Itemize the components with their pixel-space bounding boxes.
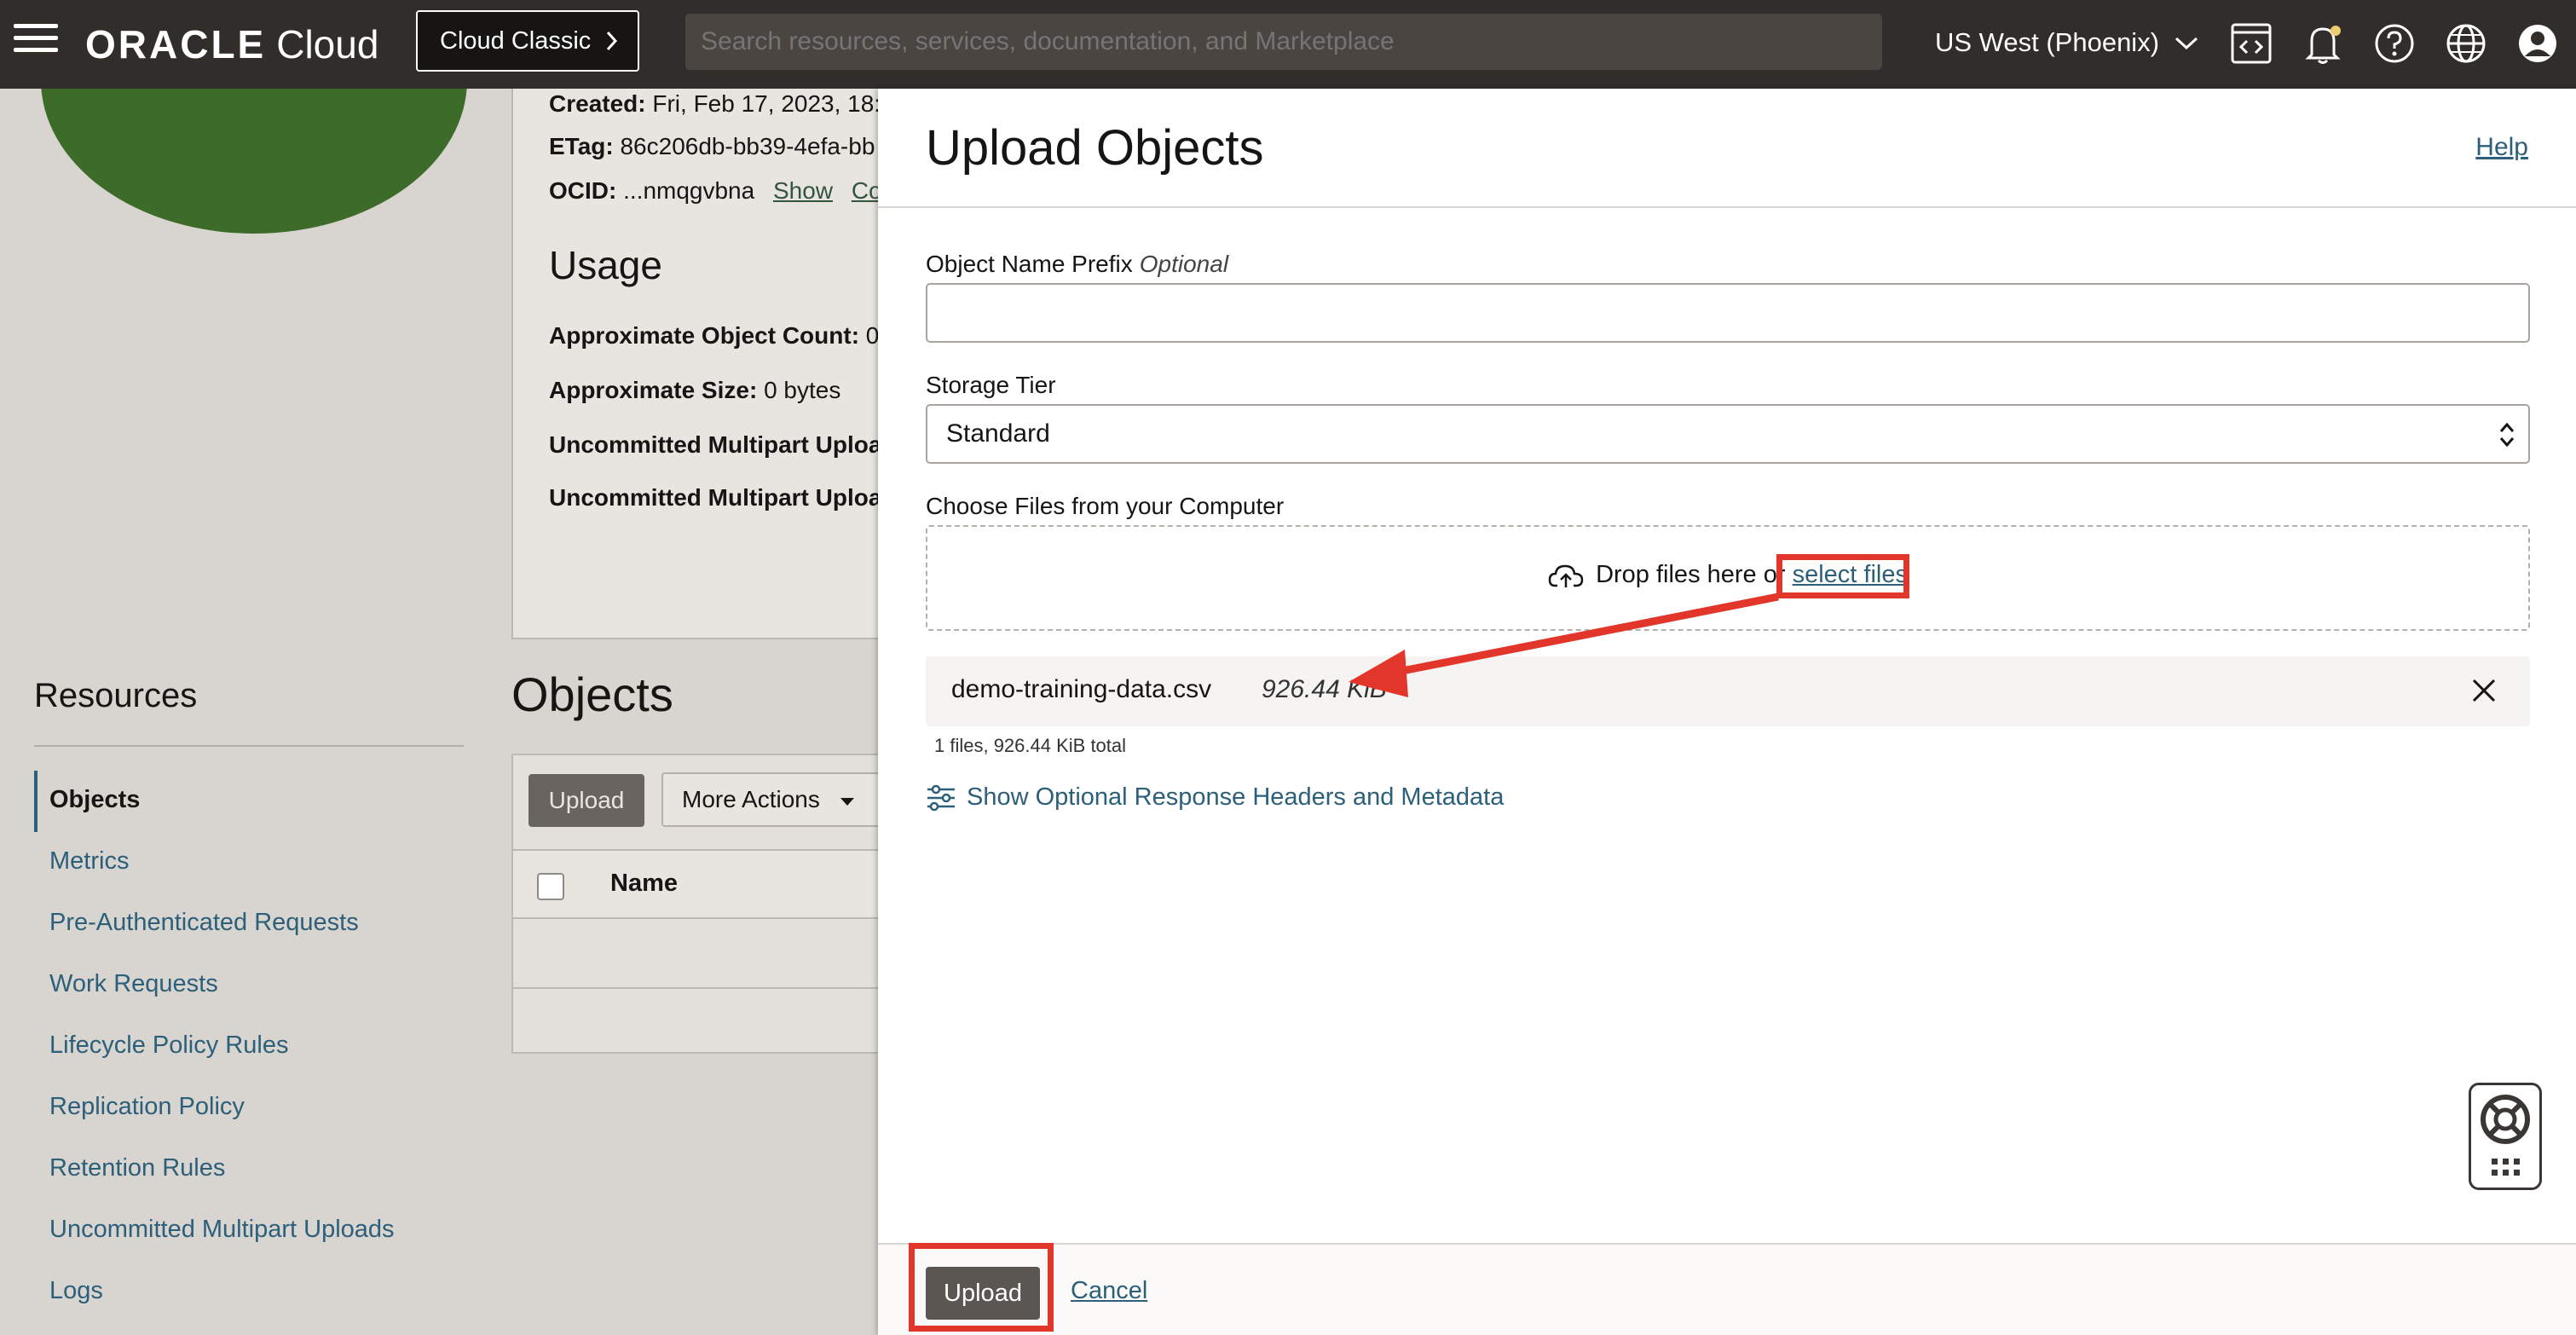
- upload-objects-panel: Upload Objects Help Object Name Prefix Op…: [878, 89, 2576, 1335]
- approx-count-label: Approximate Object Count:: [549, 322, 860, 349]
- file-size: 926.44 KiB: [1262, 675, 1387, 703]
- etag-label: ETag:: [549, 133, 614, 159]
- cancel-link[interactable]: Cancel: [1071, 1277, 1147, 1305]
- annotation-upload-button-box: [909, 1243, 1054, 1332]
- ocid-label: OCID:: [549, 177, 617, 204]
- ocid-value: ...nmqgvbna: [623, 177, 755, 204]
- created-label: Created:: [549, 90, 646, 117]
- objects-table-header: Name: [513, 849, 878, 919]
- bucket-info-card: Created: Fri, Feb 17, 2023, 18: ETag: 86…: [511, 89, 878, 639]
- menu-icon[interactable]: [14, 24, 58, 58]
- table-row-divider: [513, 987, 878, 989]
- objects-table-card: Upload More Actions Name: [511, 754, 878, 1054]
- drop-files-text: Drop files here or: [1596, 561, 1786, 588]
- uncommitted-row-1: Uncommitted Multipart Uploa: [549, 431, 878, 459]
- panel-header: Upload Objects Help: [878, 89, 2576, 208]
- resource-item-uncommitted-multipart-uploads[interactable]: Uncommitted Multipart Uploads: [49, 1216, 395, 1244]
- files-total-summary: 1 files, 926.44 KiB total: [934, 735, 1127, 756]
- panel-title: Upload Objects: [926, 120, 1264, 176]
- support-widget[interactable]: [2469, 1083, 2542, 1190]
- approx-size-label: Approximate Size:: [549, 377, 758, 403]
- prefix-label-text: Object Name Prefix: [926, 251, 1133, 277]
- name-column-header[interactable]: Name: [610, 870, 678, 898]
- cloud-classic-label: Cloud Classic: [440, 27, 592, 55]
- code-editor-icon[interactable]: [2228, 20, 2274, 66]
- selected-file-row: demo-training-data.csv 926.44 KiB: [926, 656, 2530, 726]
- drop-zone-text: Drop files here or select files: [927, 561, 2528, 589]
- select-all-checkbox[interactable]: [537, 873, 564, 900]
- global-search-input[interactable]: [685, 14, 1882, 70]
- active-indicator: [34, 771, 38, 832]
- cloud-upload-icon: [1548, 565, 1584, 588]
- logo-brand: ORACLE: [85, 22, 267, 66]
- usage-title: Usage: [549, 243, 662, 287]
- more-actions-label: More Actions: [682, 786, 820, 812]
- etag-value: 86c206db-bb39-4efa-bb: [620, 133, 875, 159]
- storage-tier-value: Standard: [946, 419, 1050, 448]
- bucket-avatar: [41, 89, 467, 234]
- top-navigation-bar: ORACLECloud Cloud Classic US West (Phoen…: [0, 0, 2576, 89]
- chevron-right-icon: [605, 12, 619, 91]
- approx-size-value: 0 bytes: [764, 377, 841, 403]
- resource-item-logs[interactable]: Logs: [49, 1277, 103, 1305]
- sliders-icon: [927, 785, 955, 812]
- resource-item-lifecycle-policy-rules[interactable]: Lifecycle Policy Rules: [49, 1032, 288, 1060]
- objects-upload-button[interactable]: Upload: [528, 774, 644, 827]
- bucket-details-page: Created: Fri, Feb 17, 2023, 18: ETag: 86…: [0, 89, 878, 1335]
- resources-divider: [34, 745, 464, 747]
- logo-product: Cloud: [276, 22, 379, 66]
- optional-headers-label: Show Optional Response Headers and Metad…: [967, 783, 1505, 811]
- bell-icon[interactable]: [2300, 20, 2346, 66]
- storage-tier-label: Storage Tier: [926, 372, 1056, 398]
- approx-count-value: 0: [865, 322, 878, 349]
- user-profile-icon[interactable]: [2515, 20, 2561, 66]
- approx-size-row: Approximate Size: 0 bytes: [549, 377, 840, 404]
- resource-item-pre-authenticated-requests[interactable]: Pre-Authenticated Requests: [49, 909, 359, 937]
- cloud-classic-button[interactable]: Cloud Classic: [416, 10, 639, 72]
- annotation-select-files-box: [1776, 554, 1909, 598]
- uncommitted-row-2: Uncommitted Multipart Uploa: [549, 484, 878, 511]
- help-circle-icon[interactable]: [2371, 20, 2417, 66]
- panel-footer: Upload Cancel: [878, 1243, 2576, 1335]
- region-label: US West (Phoenix): [1935, 27, 2160, 57]
- select-arrows-icon: [2499, 422, 2515, 448]
- ocid-show-link[interactable]: Show: [773, 177, 833, 204]
- objects-title: Objects: [511, 668, 673, 721]
- more-actions-button[interactable]: More Actions: [661, 772, 878, 827]
- approx-count-row: Approximate Object Count: 0: [549, 322, 878, 350]
- ocid-row: OCID: ...nmqgvbna Show Co: [549, 177, 878, 205]
- file-name: demo-training-data.csv: [951, 675, 1212, 703]
- file-drop-zone[interactable]: Drop files here or select files: [926, 525, 2530, 631]
- help-link[interactable]: Help: [2475, 133, 2528, 162]
- resource-item-replication-policy[interactable]: Replication Policy: [49, 1093, 245, 1121]
- uncommitted-label-1: Uncommitted Multipart Uploa: [549, 431, 878, 458]
- uncommitted-label-2: Uncommitted Multipart Uploa: [549, 484, 878, 511]
- object-name-prefix-input[interactable]: [926, 283, 2530, 343]
- chevron-down-icon: [2175, 37, 2198, 50]
- show-optional-headers-link[interactable]: Show Optional Response Headers and Metad…: [926, 776, 1504, 818]
- caret-down-icon: [840, 798, 854, 806]
- oracle-cloud-logo[interactable]: ORACLE Cloud: [85, 17, 378, 72]
- storage-tier-select[interactable]: Standard: [926, 404, 2530, 464]
- ocid-copy-link[interactable]: Co: [852, 177, 878, 204]
- resource-item-metrics[interactable]: Metrics: [49, 847, 129, 876]
- resource-item-objects[interactable]: Objects: [49, 786, 140, 814]
- globe-icon[interactable]: [2443, 20, 2489, 66]
- resources-title: Resources: [34, 677, 198, 714]
- choose-files-label: Choose Files from your Computer: [926, 493, 1285, 519]
- lifebuoy-icon: [2481, 1095, 2530, 1176]
- remove-file-icon[interactable]: [2463, 670, 2504, 711]
- prefix-label: Object Name Prefix Optional: [926, 251, 1228, 278]
- prefix-optional-hint: Optional: [1139, 251, 1229, 277]
- resource-item-retention-rules[interactable]: Retention Rules: [49, 1154, 225, 1182]
- region-selector[interactable]: US West (Phoenix): [1935, 17, 2199, 68]
- created-row: Created: Fri, Feb 17, 2023, 18:: [549, 90, 878, 118]
- resource-item-work-requests[interactable]: Work Requests: [49, 970, 218, 998]
- etag-row: ETag: 86c206db-bb39-4efa-bb: [549, 133, 875, 160]
- created-value: Fri, Feb 17, 2023, 18:: [652, 90, 878, 117]
